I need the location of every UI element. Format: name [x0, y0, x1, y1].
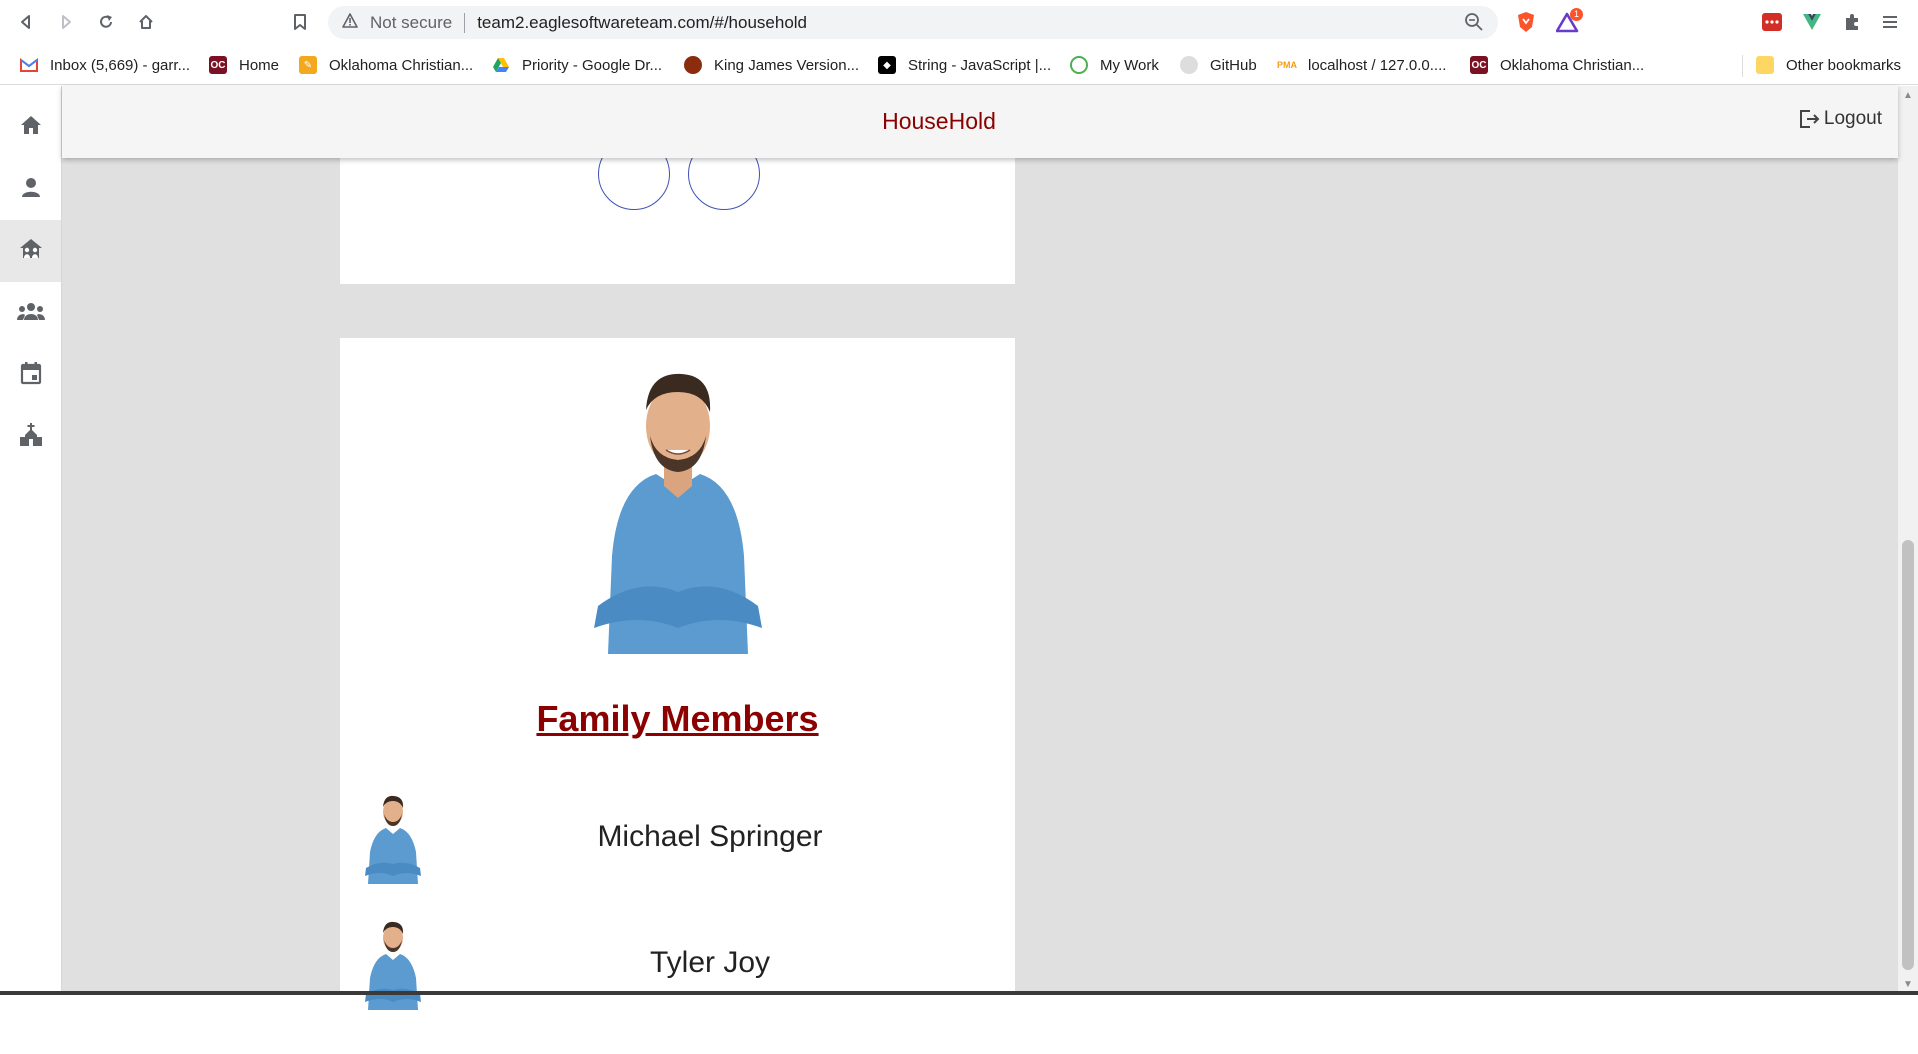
zoom-icon[interactable]	[1464, 12, 1484, 37]
bookmark-item[interactable]: ✎ Oklahoma Christian...	[299, 45, 473, 85]
rewards-badge: 1	[1570, 8, 1583, 21]
lastpass-icon[interactable]	[1760, 10, 1784, 34]
brave-rewards-icon[interactable]: 1	[1556, 8, 1583, 34]
bookmark-item[interactable]: OC Home	[209, 45, 279, 85]
family-member-row[interactable]: Tyler Joy	[340, 918, 1015, 1010]
forward-icon[interactable]	[52, 8, 80, 36]
back-icon[interactable]	[12, 8, 40, 36]
bookmark-icon[interactable]	[286, 8, 314, 36]
gmail-icon	[20, 56, 38, 74]
page-title: HouseHold	[882, 108, 996, 134]
book-icon	[684, 56, 702, 74]
bookmark-item[interactable]: Priority - Google Dr...	[492, 45, 662, 85]
member-avatar	[362, 918, 424, 1010]
bookmark-label: Inbox (5,669) - garr...	[50, 56, 191, 74]
bookmark-label: GitHub	[1210, 56, 1257, 74]
family-member-row[interactable]: Michael Springer	[340, 792, 1015, 884]
social-button[interactable]	[598, 158, 670, 210]
nav-groups[interactable]	[0, 282, 61, 344]
bookmark-item[interactable]: Inbox (5,669) - garr...	[20, 45, 190, 85]
bookmarks-divider	[1742, 55, 1743, 77]
logout-label: Logout	[1823, 108, 1882, 129]
window-bottom-edge	[0, 991, 1918, 995]
nav-home[interactable]	[0, 96, 61, 158]
bookmark-item[interactable]: GitHub	[1180, 45, 1257, 85]
drive-icon	[492, 56, 510, 74]
nav-profile[interactable]	[0, 158, 61, 220]
extensions-icon[interactable]	[1840, 10, 1864, 34]
pencil-icon: ✎	[299, 56, 317, 74]
home-browser-icon[interactable]	[132, 8, 160, 36]
app-header: HouseHold Logout	[62, 86, 1898, 158]
browser-toolbar: Not secure team2.eaglesoftwareteam.com/#…	[0, 0, 1918, 45]
bookmark-label: Home	[239, 56, 280, 74]
nav-church[interactable]	[0, 406, 61, 468]
bookmark-label: Priority - Google Dr...	[522, 56, 663, 74]
side-navigation	[0, 86, 62, 995]
bookmark-label: My Work	[1100, 56, 1159, 74]
profile-card	[340, 158, 1015, 284]
other-bookmarks-label: Other bookmarks	[1786, 56, 1902, 74]
not-secure-label: Not secure	[370, 12, 453, 32]
bookmark-label: localhost / 127.0.0....	[1308, 56, 1447, 74]
household-photo	[578, 366, 778, 654]
bookmarks-bar: Inbox (5,669) - garr... OC Home ✎ Oklaho…	[0, 45, 1918, 85]
mdn-icon: ◆	[878, 56, 896, 74]
logout-button[interactable]: Logout	[1798, 108, 1882, 130]
member-name: Michael Springer	[597, 820, 823, 853]
page-scrollbar[interactable]: ▲ ▼	[1898, 86, 1918, 995]
page: HouseHold Logout Family Members Michael …	[0, 86, 1918, 1054]
member-name: Tyler Joy	[649, 946, 771, 979]
brave-shield-icon[interactable]	[1514, 10, 1538, 34]
household-icon	[18, 237, 44, 266]
scroll-up-icon[interactable]: ▲	[1902, 90, 1914, 102]
family-members-heading[interactable]: Family Members	[340, 698, 1015, 740]
bookmark-item[interactable]: OC Oklahoma Christian...	[1470, 45, 1644, 85]
vue-devtools-icon[interactable]	[1800, 10, 1824, 34]
bookmark-label: Oklahoma Christian...	[1500, 56, 1645, 74]
oc-icon: OC	[1470, 56, 1488, 74]
bookmark-item[interactable]: My Work	[1070, 45, 1159, 85]
scroll-down-icon[interactable]: ▼	[1902, 979, 1914, 991]
social-button[interactable]	[688, 158, 760, 210]
member-avatar	[362, 792, 424, 884]
bookmark-label: String - JavaScript |...	[908, 56, 1052, 74]
group-icon	[16, 301, 45, 326]
address-bar[interactable]: Not secure team2.eaglesoftwareteam.com/#…	[328, 6, 1498, 39]
warning-icon	[342, 12, 358, 33]
pma-icon: PMA	[1277, 60, 1297, 70]
scrollbar-thumb[interactable]	[1902, 540, 1914, 970]
github-icon	[1180, 56, 1198, 74]
other-bookmarks[interactable]: Other bookmarks	[1756, 45, 1901, 85]
logout-icon	[1798, 108, 1820, 130]
omnibox-divider	[464, 12, 466, 33]
reload-icon[interactable]	[92, 8, 120, 36]
bookmark-label: Oklahoma Christian...	[329, 56, 474, 74]
nav-household[interactable]	[0, 220, 61, 282]
bookmark-item[interactable]: PMA localhost / 127.0.0....	[1277, 45, 1447, 85]
folder-icon	[1756, 56, 1774, 74]
bookmark-item[interactable]: ◆ String - JavaScript |...	[878, 45, 1051, 85]
church-icon	[19, 422, 43, 453]
nav-calendar[interactable]	[0, 344, 61, 406]
bookmark-item[interactable]: King James Version...	[684, 45, 859, 85]
url-text[interactable]: team2.eaglesoftwareteam.com/#/household	[477, 13, 807, 33]
swirl-icon	[1070, 56, 1088, 74]
household-card: Family Members Michael Springer Tyler Jo…	[340, 338, 1015, 1054]
oc-icon: OC	[209, 56, 227, 74]
person-icon	[20, 176, 42, 203]
bookmark-label: King James Version...	[714, 56, 860, 74]
calendar-icon	[20, 361, 42, 390]
home-icon	[19, 114, 43, 141]
menu-icon[interactable]	[1878, 10, 1902, 34]
